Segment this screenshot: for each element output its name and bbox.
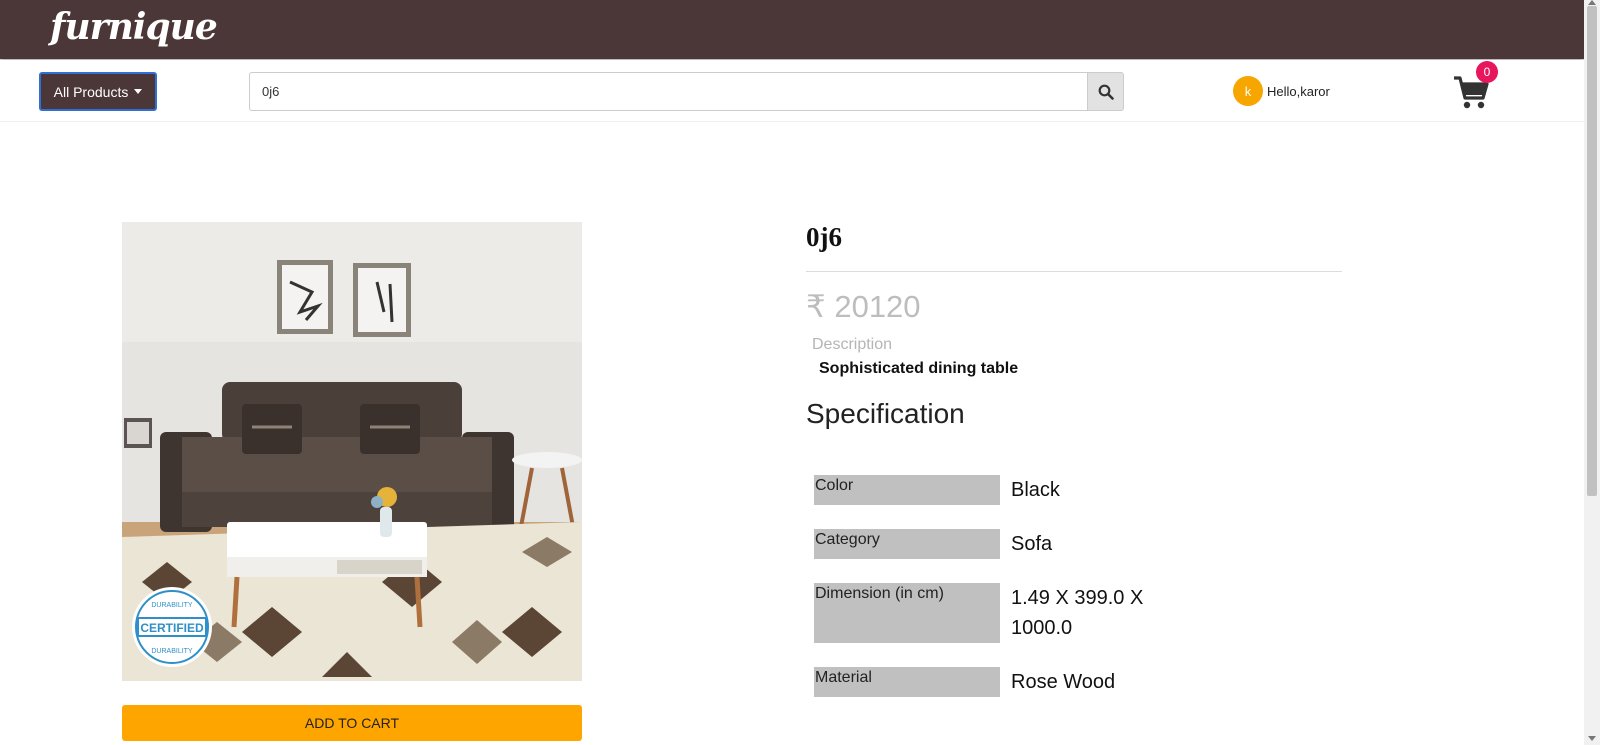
description-label: Description [812, 336, 893, 353]
all-products-dropdown[interactable]: All Products [39, 72, 157, 111]
caret-down-icon [134, 89, 143, 94]
spec-value-material: Rose Wood [1011, 671, 1116, 693]
spec-value-dimension: 1.49 X 399.0 X 1000.0 [1011, 587, 1144, 639]
add-to-cart-button[interactable]: ADD TO CART [122, 705, 582, 741]
top-header: furnique [0, 0, 1584, 59]
specification-heading: Specification [806, 398, 965, 429]
scroll-up-arrow-icon[interactable] [1588, 0, 1596, 5]
scroll-down-arrow-icon[interactable] [1588, 736, 1596, 741]
spec-value-category: Sofa [1011, 533, 1053, 555]
title-divider [806, 271, 1342, 272]
spec-value-color: Black [1011, 479, 1060, 501]
user-avatar[interactable]: k [1233, 76, 1263, 106]
search-button[interactable] [1087, 72, 1124, 111]
spec-key-category: Category [814, 529, 1000, 559]
all-products-label: All Products [53, 83, 129, 100]
durability-ring-text-top: DURABILITY [151, 602, 193, 609]
search-input[interactable] [249, 72, 1087, 111]
scrollbar-thumb[interactable] [1587, 6, 1597, 496]
durability-ring-text-bottom: DURABILITY [151, 648, 193, 655]
product-image: CERTIFIED DURABILITY DURABILITY [122, 222, 582, 681]
spec-key-color: Color [814, 475, 1000, 505]
product-title: 0j6 [806, 222, 842, 252]
product-price: ₹ 20120 [806, 289, 921, 324]
nav-bar: All Products k Hello,karor 0 [0, 60, 1584, 122]
certified-badge-text: CERTIFIED [140, 621, 204, 635]
cart-count-badge: 0 [1476, 61, 1498, 83]
spec-key-dimension: Dimension (in cm) [814, 583, 1000, 643]
spec-key-material: Material [814, 667, 1000, 697]
brand-logo[interactable]: furnique [50, 6, 218, 48]
description-text: Sophisticated dining table [819, 360, 1019, 377]
user-greeting[interactable]: Hello,karor [1267, 84, 1330, 99]
search-icon [1098, 84, 1114, 100]
